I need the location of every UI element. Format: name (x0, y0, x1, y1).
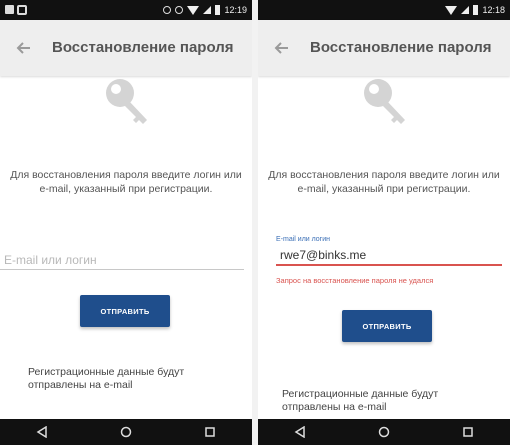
wifi-icon (187, 5, 200, 15)
nav-back-icon[interactable] (27, 421, 57, 443)
status-time: 12:19 (224, 5, 247, 15)
page-title: Восстановление пароля (52, 39, 234, 56)
submit-button[interactable]: ОТПРАВИТЬ (80, 295, 170, 327)
system-icons: 12:19 (163, 0, 247, 20)
email-or-login-input[interactable] (276, 246, 502, 266)
system-icons: 12:18 (445, 0, 505, 20)
instruction-text: Для восстановления пароля введите логин … (10, 169, 242, 195)
back-arrow-icon[interactable] (12, 37, 34, 59)
submit-button[interactable]: ОТПРАВИТЬ (342, 310, 432, 342)
key-icon (103, 76, 153, 128)
nav-back-icon[interactable] (285, 421, 315, 443)
page-title: Восстановление пароля (310, 39, 492, 56)
battery-icon (473, 5, 479, 15)
registration-note: Регистрационные данные будут отправлены … (28, 366, 185, 391)
notification-icons (5, 5, 27, 15)
signal-icon (203, 6, 212, 14)
signal-icon (461, 6, 470, 14)
nav-recents-icon[interactable] (195, 421, 225, 443)
navigation-bar (258, 419, 510, 445)
nav-home-icon[interactable] (369, 421, 399, 443)
app-bar: Восстановление пароля (0, 20, 252, 76)
navigation-bar (0, 419, 252, 445)
registration-note: Регистрационные данные будут отправлены … (282, 388, 439, 413)
notification-icon (5, 5, 14, 14)
app-bar: Восстановление пароля (258, 20, 510, 76)
instruction-text: Для восстановления пароля введите логин … (268, 169, 500, 195)
wifi-icon (445, 5, 458, 15)
email-or-login-label: E-mail или логин (276, 236, 331, 243)
nav-recents-icon[interactable] (453, 421, 483, 443)
screen-right: 12:18 Восстановление пароля Для восстано… (258, 0, 510, 445)
status-time: 12:18 (482, 5, 505, 15)
error-message: Запрос на восстановление пароля не удалс… (276, 276, 434, 285)
screen-left: 12:19 Восстановление пароля Для восстано… (0, 0, 252, 445)
sync-icon (163, 6, 172, 14)
battery-icon (215, 5, 221, 15)
alarm-icon (175, 6, 184, 14)
status-bar: 12:19 (0, 0, 252, 20)
nav-home-icon[interactable] (111, 421, 141, 443)
email-or-login-input[interactable] (0, 250, 244, 270)
notification-icon (17, 5, 27, 15)
key-icon (361, 76, 411, 128)
status-bar: 12:18 (258, 0, 510, 20)
back-arrow-icon[interactable] (270, 37, 292, 59)
